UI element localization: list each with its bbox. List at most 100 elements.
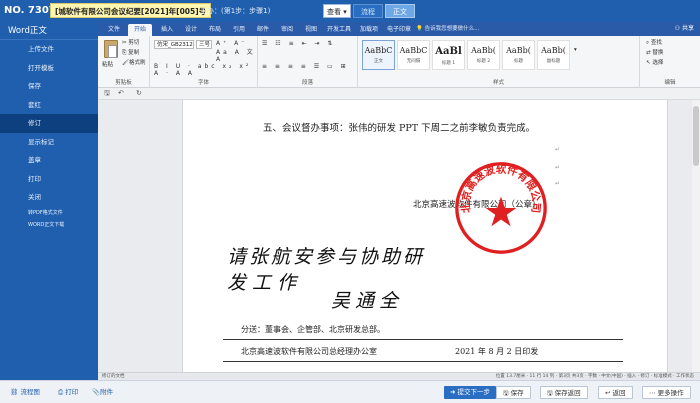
document-title: [城软件有限公司会议纪要[2021]年[005]号 xyxy=(50,3,212,18)
more-actions-button[interactable]: ⋯ 更多操作 xyxy=(642,386,691,399)
issuing-office: 北京高速波软件有限公司总经理办公室 xyxy=(241,347,377,356)
styles-group: AaBbC 正文 AaBbC 无间隔 AaBl 标题 1 AaBb(标题 2 AaBb… xyxy=(358,36,640,88)
style-heading-1[interactable]: AaBl 标题 1 xyxy=(432,40,465,70)
divider-top xyxy=(223,339,623,340)
top-bar: NO. 73078 [城软件有限公司会议纪要[2021]年[005]号 主办：(… xyxy=(0,0,700,22)
divider-bottom xyxy=(223,361,623,362)
company-seal: 北京高速波软件有限公司 xyxy=(455,162,547,254)
tell-me-search[interactable]: 💡 告诉我您想要做什么... xyxy=(416,24,479,34)
tab-flow[interactable]: 流程 xyxy=(353,4,383,18)
ribbon-tab-developer[interactable]: 开发工具 xyxy=(324,24,354,36)
status-bar: 修订的文档 位置 13.7厘米 · 11 行 14 列 · 第3页 共3页 · … xyxy=(98,372,700,380)
font-size-select[interactable]: 三号 xyxy=(196,40,212,49)
paragraph-mark: ↵ xyxy=(555,180,561,187)
document-page[interactable]: 五、会议督办事项：张伟的研发 PPT 下周二之前李敏负责完成。 ↵ ↵ ↵ 北京… xyxy=(182,100,668,372)
list-buttons[interactable]: ☰ ☷ ≡ ⇤ ⇥ ⇅ xyxy=(262,40,335,47)
find-button[interactable]: ⌕ 查找 xyxy=(646,39,662,48)
arrow-right-icon: ➜ xyxy=(450,388,456,396)
style-no-spacing[interactable]: AaBbC 无间隔 xyxy=(397,40,430,70)
view-select[interactable]: 查看 ▾ xyxy=(323,4,351,18)
flowchart-button[interactable]: ⛓ 流程图 xyxy=(10,386,40,399)
sidebar-item-to-pdf[interactable]: 转PDF格式文件 xyxy=(0,207,98,219)
cursor-icon: ↖ xyxy=(646,60,651,66)
distribution-list: 分送：董事会、企管部、北京研发总部。 xyxy=(241,325,385,334)
back-button[interactable]: ↩ 返回 xyxy=(598,386,633,399)
ribbon-tab-references[interactable]: 引用 xyxy=(228,24,250,36)
style-title[interactable]: AaBb(标题 xyxy=(502,40,535,70)
paste-icon[interactable] xyxy=(104,40,118,58)
style-heading-2[interactable]: AaBb(标题 2 xyxy=(467,40,500,70)
format-painter-button[interactable]: 🖌格式刷 xyxy=(122,59,146,68)
user-icon: ⚇ xyxy=(674,25,681,32)
ribbon-tab-insert[interactable]: 插入 xyxy=(156,24,178,36)
ribbon-tab-layout[interactable]: 布局 xyxy=(204,24,226,36)
meeting-item-5: 五、会议督办事项：张伟的研发 PPT 下周二之前李敏负责完成。 xyxy=(263,123,536,134)
save-icon[interactable]: 🖫 xyxy=(104,89,110,100)
save-return-button[interactable]: 🖫 保存返回 xyxy=(540,386,588,399)
paperclip-icon: 📎 xyxy=(92,388,101,396)
sidebar-item-download-word[interactable]: WORD正文下载 xyxy=(0,219,98,231)
more-icon: ⋯ xyxy=(649,389,656,397)
ribbon-tab-view[interactable]: 视图 xyxy=(300,24,322,36)
sidebar-item-upload[interactable]: 上传文件 xyxy=(0,40,98,59)
sidebar-item-open-template[interactable]: 打开模板 xyxy=(0,59,98,78)
sidebar-item-print[interactable]: 打印 xyxy=(0,170,98,189)
editing-group: ⌕ 查找 ⇄ 替换 ↖ 选择 编辑 xyxy=(640,36,700,88)
styles-more-button[interactable]: ▾ xyxy=(574,46,577,55)
font-format-buttons[interactable]: B I U · abc x₂ x² A · A A xyxy=(154,63,257,77)
back-icon: ↩ xyxy=(605,389,611,397)
submit-next-button[interactable]: ➜ 提交下一步 xyxy=(444,386,497,399)
printer-icon: ⎙ xyxy=(58,388,64,396)
font-size-buttons[interactable]: A⁺ A⁻ Aa A 文 A xyxy=(216,40,257,63)
sidebar-item-save[interactable]: 保存 xyxy=(0,77,98,96)
cut-button[interactable]: ✂ 剪切 xyxy=(122,39,139,48)
ribbon-tab-review[interactable]: 审阅 xyxy=(276,24,298,36)
ribbon-tab-file[interactable]: 文件 xyxy=(102,24,126,36)
attachments-button[interactable]: 📎附件 xyxy=(92,386,113,399)
paragraph-group-label: 段落 xyxy=(301,80,313,86)
ribbon-tabs: 文件 开始 插入 设计 布局 引用 邮件 审阅 视图 开发工具 加载项 电子印章… xyxy=(98,22,700,36)
align-buttons[interactable]: ≡ ≡ ≡ ≡ ☰ ▭ ⊞ xyxy=(262,63,349,70)
share-button[interactable]: ⚇ 共享 xyxy=(675,24,694,34)
flowchart-icon: ⛓ xyxy=(10,388,19,396)
bottom-toolbar: ⛓ 流程图 ⎙ 打印 📎附件 ➜ 提交下一步 🖫 保存 🖫 保存返回 ↩ 返回 … xyxy=(0,380,700,403)
replace-button[interactable]: ⇄ 替换 xyxy=(646,49,663,58)
print-button[interactable]: ⎙ 打印 xyxy=(58,386,78,399)
undo-icon[interactable]: ↶ xyxy=(118,89,124,97)
redo-icon[interactable]: ↻ xyxy=(136,89,142,97)
issue-date: 2021 年 8 月 2 日印发 xyxy=(455,347,539,356)
document-canvas: 五、会议督办事项：张伟的研发 PPT 下周二之前李敏负责完成。 ↵ ↵ ↵ 北京… xyxy=(98,100,700,372)
sidebar-item-red-header[interactable]: 套红 xyxy=(0,96,98,115)
scissors-icon: ✂ xyxy=(122,40,127,46)
font-name-select[interactable]: 仿宋_GB2312 xyxy=(154,40,194,49)
ribbon-tab-e-seal[interactable]: 电子印章 xyxy=(384,24,414,36)
clipboard-group-label: 剪贴板 xyxy=(115,80,132,86)
save-button[interactable]: 🖫 保存 xyxy=(496,386,531,399)
ribbon-tab-design[interactable]: 设计 xyxy=(180,24,202,36)
scroll-thumb[interactable] xyxy=(693,106,699,166)
copy-button[interactable]: ⎘ 复制 xyxy=(122,49,139,58)
sidebar-item-show-marks[interactable]: 显示标记 xyxy=(0,133,98,152)
style-subtitle[interactable]: AaBb(副标题 xyxy=(537,40,570,70)
paragraph-group: ☰ ☷ ≡ ⇤ ⇥ ⇅ ≡ ≡ ≡ ≡ ☰ ▭ ⊞ 段落 xyxy=(258,36,358,88)
sidebar-item-close[interactable]: 关闭 xyxy=(0,188,98,207)
tab-body[interactable]: 正文 xyxy=(385,4,415,18)
sidebar-item-stamp[interactable]: 盖章 xyxy=(0,151,98,170)
vertical-scrollbar[interactable] xyxy=(692,100,700,372)
style-normal[interactable]: AaBbC 正文 xyxy=(362,40,395,70)
ribbon-tab-mailings[interactable]: 邮件 xyxy=(252,24,274,36)
handwriting-line-1: 请张航安参与协助研 xyxy=(227,246,426,268)
sidebar-item-revise[interactable]: 修订 xyxy=(0,114,98,133)
editor-area: 文件 开始 插入 设计 布局 引用 邮件 审阅 视图 开发工具 加载项 电子印章… xyxy=(98,22,700,372)
paste-button[interactable]: 粘贴 xyxy=(102,61,113,70)
quick-access-toolbar: 🖫 ↶ ↻ xyxy=(98,88,700,100)
paragraph-mark: ↵ xyxy=(555,146,561,153)
paragraph-mark: ↵ xyxy=(555,164,561,171)
select-button[interactable]: ↖ 选择 xyxy=(646,59,663,68)
font-group-label: 字体 xyxy=(197,80,209,86)
ribbon-tab-addins[interactable]: 加载项 xyxy=(356,24,382,36)
sidebar-title: Word正文 xyxy=(0,22,98,40)
replace-icon: ⇄ xyxy=(646,50,651,56)
handwriting-line-2: 发工作 xyxy=(227,272,303,294)
ribbon-tab-home[interactable]: 开始 xyxy=(128,24,152,36)
